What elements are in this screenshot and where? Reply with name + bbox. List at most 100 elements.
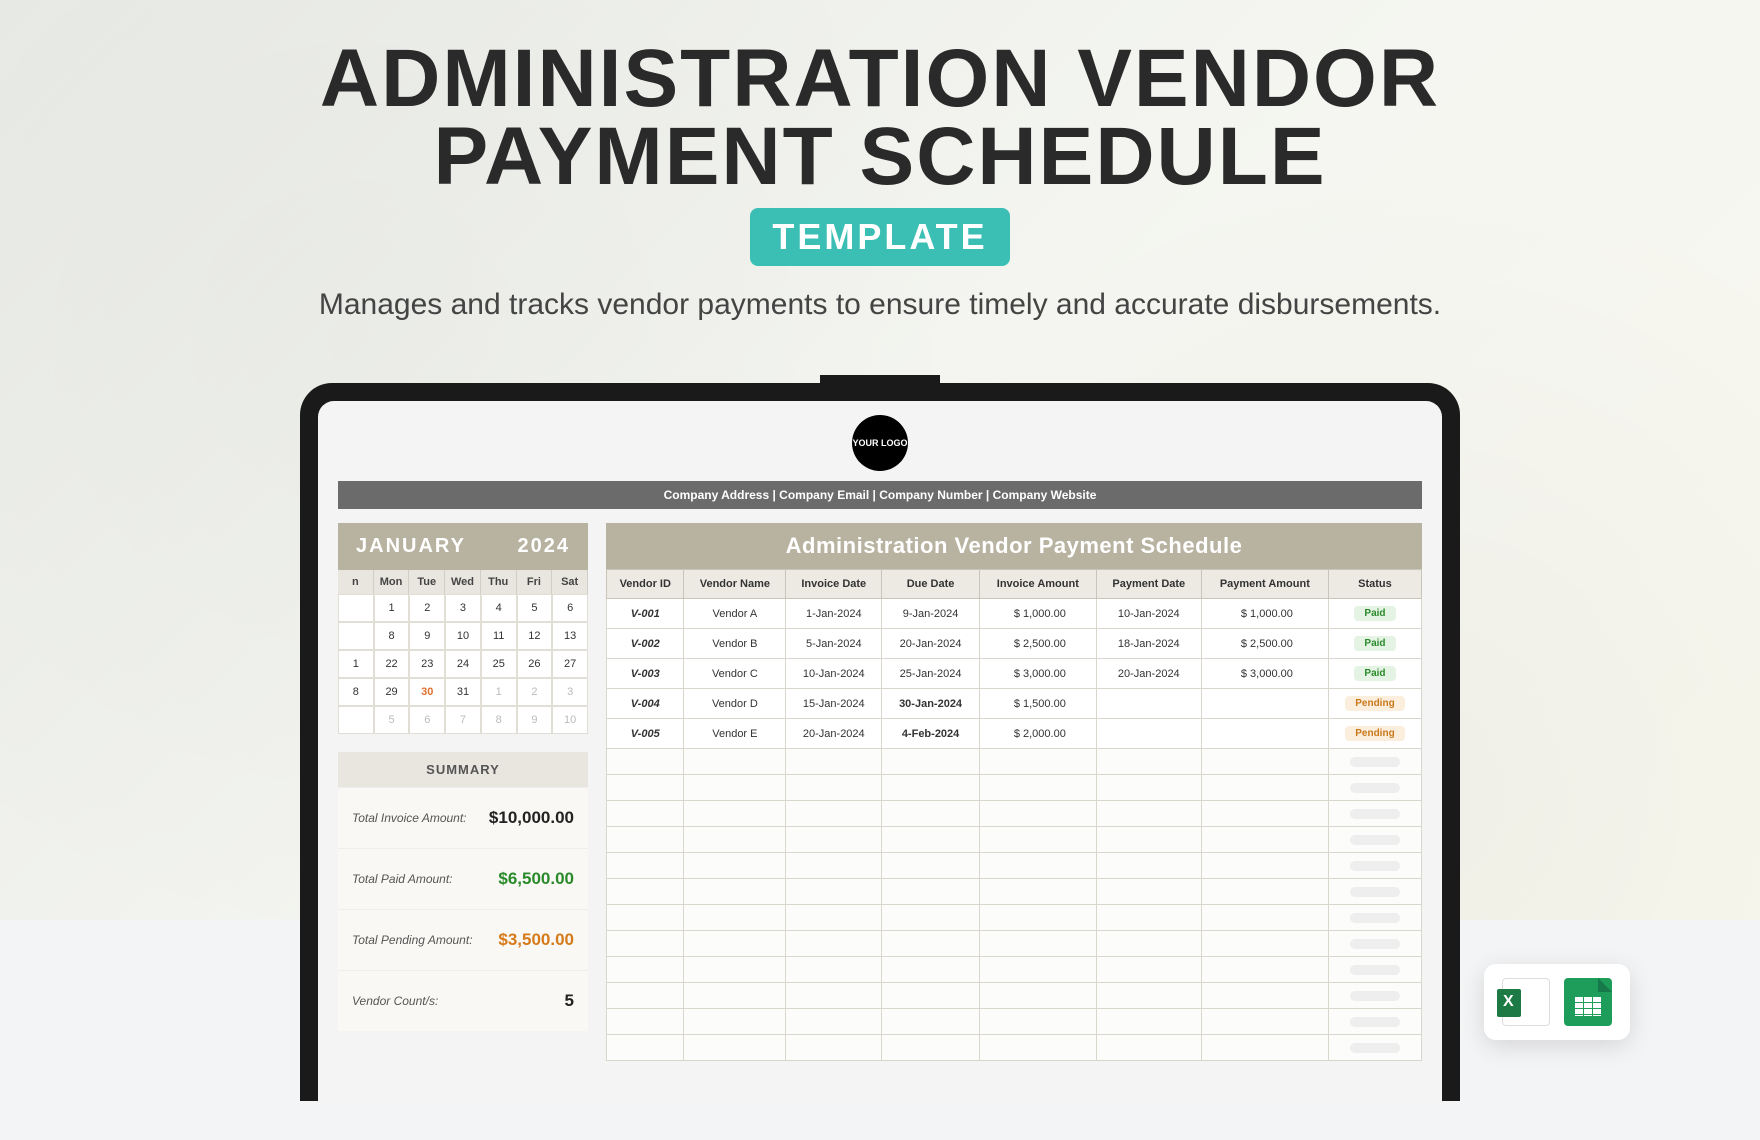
vendor-name: Vendor E bbox=[684, 719, 786, 749]
table-row: V-002Vendor B5-Jan-202420-Jan-2024$ 2,50… bbox=[607, 629, 1422, 659]
vendor-name: Vendor D bbox=[684, 689, 786, 719]
summary-label: Total Pending Amount: bbox=[352, 933, 473, 947]
empty-cell bbox=[1096, 1009, 1201, 1035]
summary-header: SUMMARY bbox=[338, 752, 588, 787]
table-row-empty bbox=[607, 1009, 1422, 1035]
calendar-day-label: Fri bbox=[517, 570, 553, 594]
payment-amount: $ 3,000.00 bbox=[1201, 659, 1328, 689]
calendar-cell: 5 bbox=[517, 594, 553, 622]
status-badge: Pending bbox=[1345, 696, 1404, 711]
empty-cell bbox=[786, 1009, 882, 1035]
calendar-cell: 30 bbox=[409, 678, 445, 706]
right-column: Administration Vendor Payment Schedule V… bbox=[606, 523, 1422, 1061]
empty-status-cell bbox=[1328, 801, 1421, 827]
calendar-cell: 7 bbox=[445, 706, 481, 734]
table-row-empty bbox=[607, 1035, 1422, 1061]
empty-cell bbox=[979, 931, 1096, 957]
table-row-empty bbox=[607, 931, 1422, 957]
empty-cell bbox=[882, 931, 980, 957]
vendor-id: V-004 bbox=[607, 689, 684, 719]
payment-table: Vendor IDVendor NameInvoice DateDue Date… bbox=[606, 569, 1422, 1061]
calendar-cell: 8 bbox=[374, 622, 410, 650]
empty-cell bbox=[786, 827, 882, 853]
vendor-id: V-003 bbox=[607, 659, 684, 689]
laptop-mockup: YOUR LOGO Company Address | Company Emai… bbox=[300, 375, 1460, 1101]
empty-cell bbox=[979, 957, 1096, 983]
calendar-day-label: Tue bbox=[409, 570, 445, 594]
empty-cell bbox=[882, 879, 980, 905]
due-date: 9-Jan-2024 bbox=[882, 599, 980, 629]
empty-cell bbox=[786, 749, 882, 775]
status-placeholder bbox=[1350, 783, 1400, 793]
calendar-cell: 11 bbox=[481, 622, 517, 650]
vendor-name: Vendor A bbox=[684, 599, 786, 629]
empty-cell bbox=[979, 879, 1096, 905]
empty-cell bbox=[786, 1035, 882, 1061]
empty-cell bbox=[1096, 957, 1201, 983]
table-row: V-003Vendor C10-Jan-202425-Jan-2024$ 3,0… bbox=[607, 659, 1422, 689]
payment-amount: $ 2,500.00 bbox=[1201, 629, 1328, 659]
spreadsheet: YOUR LOGO Company Address | Company Emai… bbox=[318, 401, 1442, 1061]
calendar-cell bbox=[338, 594, 374, 622]
empty-cell bbox=[1096, 931, 1201, 957]
empty-cell bbox=[882, 983, 980, 1009]
empty-cell bbox=[979, 801, 1096, 827]
calendar-cell: 29 bbox=[374, 678, 410, 706]
status-placeholder bbox=[1350, 965, 1400, 975]
empty-cell bbox=[1096, 853, 1201, 879]
calendar-cell: 13 bbox=[552, 622, 588, 650]
summary-label: Total Invoice Amount: bbox=[352, 811, 467, 825]
calendar-cell: 10 bbox=[445, 622, 481, 650]
empty-cell bbox=[882, 1009, 980, 1035]
empty-cell bbox=[607, 879, 684, 905]
table-row-empty bbox=[607, 879, 1422, 905]
empty-status-cell bbox=[1328, 1009, 1421, 1035]
summary-row: Total Invoice Amount:$10,000.00 bbox=[338, 787, 588, 848]
empty-cell bbox=[684, 749, 786, 775]
status-badge: Paid bbox=[1354, 606, 1395, 621]
table-header: Invoice Date bbox=[786, 570, 882, 599]
empty-cell bbox=[1201, 827, 1328, 853]
empty-cell bbox=[882, 905, 980, 931]
calendar-cell: 23 bbox=[409, 650, 445, 678]
empty-cell bbox=[607, 801, 684, 827]
summary-label: Vendor Count/s: bbox=[352, 994, 438, 1008]
empty-status-cell bbox=[1328, 749, 1421, 775]
table-header: Payment Amount bbox=[1201, 570, 1328, 599]
calendar-month: JANUARY bbox=[356, 535, 466, 558]
payment-date bbox=[1096, 719, 1201, 749]
empty-cell bbox=[607, 749, 684, 775]
calendar-day-label: Sat bbox=[552, 570, 588, 594]
empty-cell bbox=[684, 775, 786, 801]
empty-status-cell bbox=[1328, 853, 1421, 879]
calendar-cell bbox=[338, 622, 374, 650]
empty-cell bbox=[684, 879, 786, 905]
table-header-row: Vendor IDVendor NameInvoice DateDue Date… bbox=[607, 570, 1422, 599]
summary-value: $6,500.00 bbox=[498, 869, 574, 889]
table-header: Due Date bbox=[882, 570, 980, 599]
empty-cell bbox=[1201, 1035, 1328, 1061]
laptop-screen: YOUR LOGO Company Address | Company Emai… bbox=[318, 401, 1442, 1101]
status-placeholder bbox=[1350, 835, 1400, 845]
calendar-cell: 3 bbox=[445, 594, 481, 622]
summary-value: $3,500.00 bbox=[498, 930, 574, 950]
excel-icon bbox=[1502, 978, 1550, 1026]
calendar-cell: 9 bbox=[517, 706, 553, 734]
empty-status-cell bbox=[1328, 775, 1421, 801]
empty-cell bbox=[786, 905, 882, 931]
empty-cell bbox=[1201, 983, 1328, 1009]
empty-cell bbox=[786, 983, 882, 1009]
status-placeholder bbox=[1350, 1043, 1400, 1053]
empty-status-cell bbox=[1328, 983, 1421, 1009]
calendar-day-label: Thu bbox=[481, 570, 517, 594]
calendar-cell bbox=[338, 706, 374, 734]
empty-cell bbox=[684, 801, 786, 827]
title-line-1: ADMINISTRATION VENDOR bbox=[0, 40, 1760, 118]
payment-amount: $ 1,000.00 bbox=[1201, 599, 1328, 629]
left-column: JANUARY 2024 nMonTueWedThuFriSat 1234568… bbox=[338, 523, 588, 1061]
empty-cell bbox=[1201, 1009, 1328, 1035]
status-placeholder bbox=[1350, 887, 1400, 897]
table-header: Invoice Amount bbox=[979, 570, 1096, 599]
empty-cell bbox=[1096, 827, 1201, 853]
table-header: Status bbox=[1328, 570, 1421, 599]
